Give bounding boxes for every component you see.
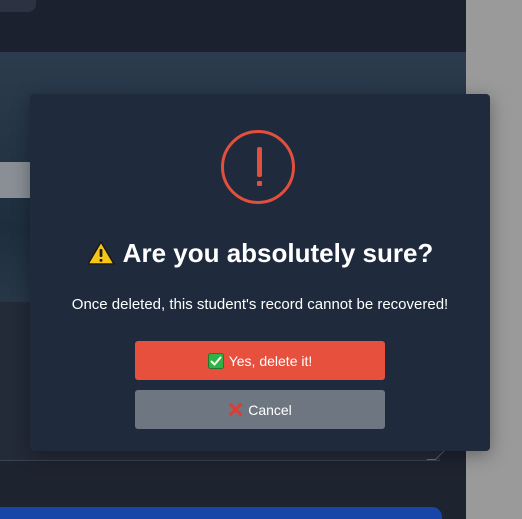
- cancel-label: Cancel: [248, 401, 292, 418]
- confirm-delete-label: Yes, delete it!: [228, 352, 313, 369]
- dialog-message: Once deleted, this student's record cann…: [71, 296, 449, 313]
- background-header: [0, 0, 466, 53]
- check-box-icon: [207, 352, 224, 369]
- exclamation-dot: [257, 181, 262, 186]
- delete-confirmation-dialog: Are you absolutely sure? Once deleted, t…: [30, 94, 490, 451]
- exclamation-circle-icon: [221, 130, 295, 204]
- cross-mark-icon: [228, 402, 243, 417]
- dialog-title-text: Are you absolutely sure?: [122, 238, 434, 268]
- textarea-resize-handle: [426, 451, 445, 460]
- exclamation-bar: [257, 147, 262, 177]
- dialog-title: Are you absolutely sure?: [30, 238, 490, 272]
- confirm-delete-button[interactable]: Yes, delete it!: [135, 341, 385, 380]
- cancel-button[interactable]: Cancel: [135, 390, 385, 429]
- warning-sign-icon: [86, 241, 115, 272]
- background-submit-button: [0, 507, 442, 519]
- background-header-chip: [0, 0, 36, 12]
